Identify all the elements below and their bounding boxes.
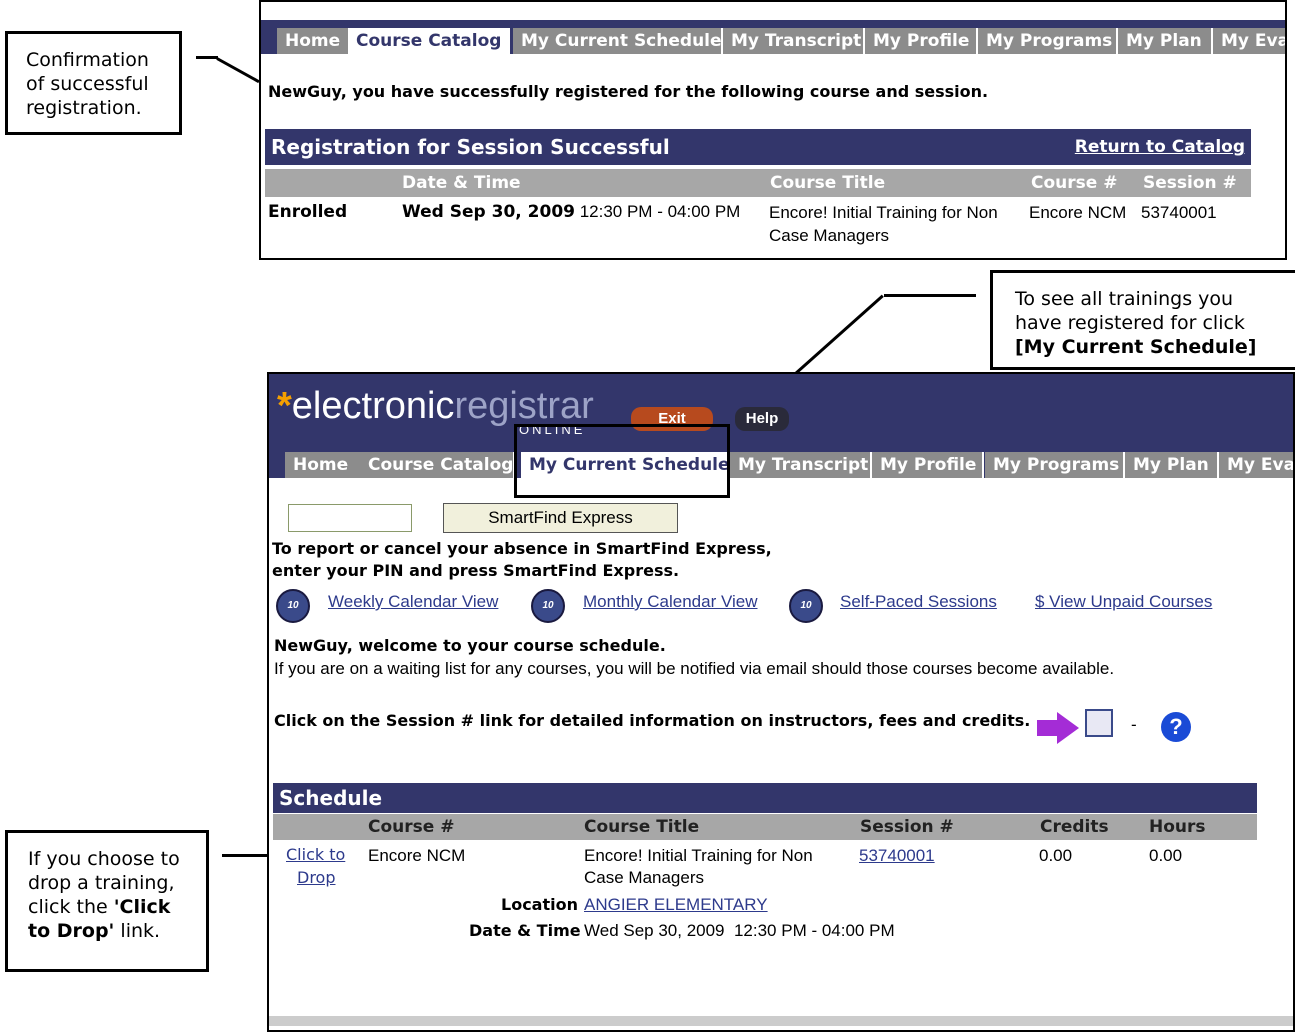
welcome-text: NewGuy, welcome to your course schedule. xyxy=(274,636,666,655)
tab-my-programs[interactable]: My Programs xyxy=(978,28,1118,54)
callout-drop-text-end: link. xyxy=(114,920,161,942)
session-number-link[interactable]: 53740001 xyxy=(859,846,935,866)
col-course-title: Course Title xyxy=(770,173,886,193)
schedule-course-num: Encore NCM xyxy=(368,846,466,865)
enrolled-status: Enrolled xyxy=(268,202,348,222)
calendar-icon: 10 xyxy=(789,589,823,623)
tab-my-eval[interactable]: My Eva xyxy=(1213,28,1285,54)
tab-my-plan[interactable]: My Plan xyxy=(1125,452,1219,478)
tab-my-transcript[interactable]: My Transcript xyxy=(723,28,865,54)
tab-my-current-schedule[interactable]: My Current Schedule xyxy=(513,28,723,54)
col-course-num: Course # xyxy=(1031,173,1118,193)
hint-dash: - xyxy=(1131,715,1137,734)
registration-column-header: Date & Time Course Title Course # Sessio… xyxy=(265,169,1251,197)
callout-schedule-bold: [My Current Schedule] xyxy=(1015,336,1257,358)
success-message: NewGuy, you have successfully registered… xyxy=(268,82,989,101)
registration-course-title-cont: Case Managers xyxy=(769,226,890,245)
app-header: *electronicregistrar ONLINE Exit Help xyxy=(269,374,1293,444)
panel-title: Registration for Session Successful xyxy=(271,135,670,159)
highlight-box xyxy=(514,424,730,498)
tab-home[interactable]: Home xyxy=(277,28,358,54)
current-schedule-window: *electronicregistrar ONLINE Exit Help Ho… xyxy=(267,372,1295,1032)
waiting-list-note: If you are on a waiting list for any cou… xyxy=(274,659,1115,678)
registration-course-num: Encore NCM xyxy=(1029,203,1127,222)
col-date-time: Date & Time xyxy=(402,173,521,193)
col-credits: Credits xyxy=(1040,817,1109,837)
weekly-calendar-link[interactable]: Weekly Calendar View xyxy=(328,592,498,612)
tab-home[interactable]: Home xyxy=(285,452,368,478)
col-session-num: Session # xyxy=(860,817,954,837)
datetime-value: Wed Sep 30, 2009 12:30 PM - 04:00 PM xyxy=(584,921,895,940)
registration-course-title: Encore! Initial Training for Non xyxy=(769,203,998,222)
callout-schedule-text: To see all trainings you have registered… xyxy=(1015,288,1245,334)
smartfind-instructions: To report or cancel your absence in Smar… xyxy=(272,539,772,558)
help-icon[interactable]: ? xyxy=(1161,712,1191,742)
top-tab-bar: Home Course Catalog My Current Schedule … xyxy=(261,20,1285,54)
location-label: Location xyxy=(501,895,578,914)
callout-connector xyxy=(196,56,218,59)
smartfind-pin-input[interactable] xyxy=(288,504,412,532)
location-link[interactable]: ANGIER ELEMENTARY xyxy=(584,895,768,915)
click-to-drop-link[interactable]: Click to xyxy=(286,845,345,864)
calendar-edit-icon xyxy=(1085,709,1113,737)
tab-my-eval[interactable]: My Eva xyxy=(1219,452,1293,478)
tab-my-plan[interactable]: My Plan xyxy=(1118,28,1213,54)
col-session-num: Session # xyxy=(1143,173,1237,193)
datetime-label: Date & Time xyxy=(469,921,581,940)
callout-connector xyxy=(216,57,260,84)
tab-my-profile[interactable]: My Profile xyxy=(872,452,984,478)
self-paced-sessions-link[interactable]: Self-Paced Sessions xyxy=(840,592,997,612)
footer-bar xyxy=(269,1016,1293,1026)
col-course-title: Course Title xyxy=(584,817,700,837)
callout-confirmation: Confirmation of successful registration. xyxy=(5,31,182,135)
schedule-course-title: Encore! Initial Training for Non xyxy=(584,846,813,865)
registration-success-header: Registration for Session Successful Retu… xyxy=(265,129,1251,165)
app-logo: *electronicregistrar xyxy=(277,385,594,427)
logo-star-icon: * xyxy=(277,385,292,427)
callout-drop: If you choose to drop a training, click … xyxy=(5,830,209,972)
callout-confirmation-text: Confirmation of successful registration. xyxy=(26,49,149,119)
help-button[interactable]: Help xyxy=(735,407,789,431)
schedule-header: Schedule xyxy=(273,783,1257,813)
schedule-credits: 0.00 xyxy=(1039,846,1073,865)
registration-date: Wed Sep 30, 2009 xyxy=(402,202,575,222)
smartfind-instructions-cont: enter your PIN and press SmartFind Expre… xyxy=(272,561,680,580)
bottom-tab-bar: Home Course Catalog My Current Schedule … xyxy=(269,444,1293,478)
return-to-catalog-link[interactable]: Return to Catalog xyxy=(1075,129,1245,165)
registration-session-num: 53740001 xyxy=(1141,203,1217,222)
registration-time: 12:30 PM - 04:00 PM xyxy=(574,202,741,221)
callout-connector xyxy=(884,294,976,297)
calendar-icon: 10 xyxy=(276,589,310,623)
tab-course-catalog[interactable]: Course Catalog xyxy=(360,452,515,478)
tab-my-profile[interactable]: My Profile xyxy=(865,28,978,54)
registration-confirmation-window: Home Course Catalog My Current Schedule … xyxy=(259,0,1287,260)
tab-course-catalog[interactable]: Course Catalog xyxy=(348,28,510,54)
monthly-calendar-link[interactable]: Monthly Calendar View xyxy=(583,592,758,612)
view-unpaid-courses-link[interactable]: $ View Unpaid Courses xyxy=(1035,592,1212,612)
session-hint: Click on the Session # link for detailed… xyxy=(274,711,1031,730)
schedule-course-title-cont: Case Managers xyxy=(584,868,705,887)
schedule-hours: 0.00 xyxy=(1149,846,1183,865)
calendar-icon: 10 xyxy=(531,589,565,623)
tab-my-transcript[interactable]: My Transcript xyxy=(730,452,872,478)
schedule-column-header: Course # Course Title Session # Credits … xyxy=(273,814,1257,840)
col-hours: Hours xyxy=(1149,817,1206,837)
col-course-num: Course # xyxy=(368,817,455,837)
smartfind-express-button[interactable]: SmartFind Express xyxy=(443,503,678,533)
callout-my-schedule: To see all trainings you have registered… xyxy=(990,270,1295,370)
click-to-drop-link-cont[interactable]: Drop xyxy=(297,868,336,887)
registration-datetime: Wed Sep 30, 2009 12:30 PM - 04:00 PM xyxy=(402,202,740,222)
tab-my-programs[interactable]: My Programs xyxy=(985,452,1125,478)
